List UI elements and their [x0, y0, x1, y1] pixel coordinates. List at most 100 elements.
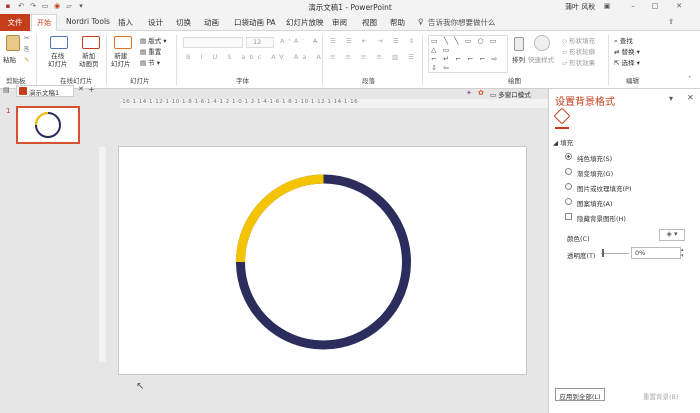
- user-name[interactable]: 蒲叶 风秋: [565, 2, 595, 12]
- select-button[interactable]: ⇱ 选择 ▾: [614, 57, 640, 67]
- font-style-buttons[interactable]: B I U S abc AV Aa A: [186, 53, 325, 61]
- pane-close-icon[interactable]: ✕: [687, 93, 694, 102]
- paragraph-align-buttons[interactable]: ≡ ≡ ≡ ≡ ▥ ☰: [330, 53, 418, 61]
- transparency-spinner[interactable]: ▴ ▾: [681, 247, 684, 259]
- pane-options-icon[interactable]: ▾: [669, 94, 673, 103]
- doc-tab[interactable]: 演示文稿1: [16, 85, 74, 97]
- slide-canvas[interactable]: [118, 146, 527, 375]
- group-drawing: 绘图: [508, 77, 521, 85]
- group-editing: 编辑: [626, 77, 639, 85]
- arrange-button[interactable]: 排列: [512, 54, 525, 64]
- top-toolbar: ✦ ✿ ▭ 多窗口模式: [96, 89, 548, 99]
- paste-icon[interactable]: [6, 35, 20, 51]
- tab-help[interactable]: 帮助: [390, 17, 405, 28]
- font-name-select[interactable]: [183, 37, 243, 48]
- gradient-fill-radio[interactable]: [565, 168, 572, 175]
- font-size-select[interactable]: 12: [246, 37, 274, 48]
- format-painter-icon[interactable]: ✎: [24, 56, 29, 64]
- horizontal-ruler: ·16·1·14·1·12·1·10·1·8·1·6·1·4·1·2·1·0·1…: [120, 99, 548, 108]
- shape-fill-button[interactable]: ◇ 形状填充: [562, 35, 595, 45]
- apply-to-all-button[interactable]: 应用到全部(L): [555, 388, 605, 401]
- shape-outline-label: 形状轮廓: [569, 48, 596, 56]
- tab-view[interactable]: 视图: [362, 17, 377, 28]
- quick-styles-icon[interactable]: [534, 35, 550, 51]
- layout-button[interactable]: ▤ 版式 ▾: [140, 35, 167, 45]
- tab-review[interactable]: 审阅: [332, 17, 347, 28]
- tab-home[interactable]: 开始: [31, 14, 57, 31]
- tab-file[interactable]: 文件: [0, 14, 30, 31]
- new-animation-page-icon[interactable]: [82, 36, 100, 49]
- reset-background-button[interactable]: 重置背景(B): [643, 391, 679, 401]
- section-button[interactable]: ▤ 节 ▾: [140, 57, 160, 67]
- pane-title: 设置背景格式: [555, 97, 615, 108]
- maximize-icon[interactable]: □: [650, 2, 660, 11]
- transparency-slider[interactable]: [601, 253, 629, 254]
- fill-section-label: 填充: [560, 139, 574, 147]
- fill-section-toggle[interactable]: ◢ 填充: [553, 137, 573, 147]
- share-icon[interactable]: ⇪: [668, 17, 674, 26]
- transparency-slider-thumb[interactable]: [602, 249, 604, 257]
- solid-fill-radio[interactable]: [565, 153, 572, 160]
- ribbon-display-icon[interactable]: ▣: [602, 2, 612, 11]
- hide-bg-checkbox[interactable]: [565, 213, 572, 220]
- picture-fill-radio[interactable]: [565, 183, 572, 190]
- settings-icon[interactable]: ✿: [478, 89, 484, 97]
- tab-insert[interactable]: 插入: [118, 17, 133, 28]
- find-button[interactable]: ⌕ 查找: [614, 35, 633, 46]
- fill-tab-indicator: [555, 127, 569, 129]
- tab-design[interactable]: 设计: [148, 17, 163, 28]
- shape-effects-button[interactable]: ▱ 形状效果: [562, 57, 595, 67]
- section-label: 节: [148, 59, 155, 67]
- new-animation-page-button[interactable]: 新加 动画页: [79, 52, 99, 68]
- paste-button[interactable]: 粘贴: [3, 54, 16, 64]
- paragraph-list-buttons[interactable]: ☰ ☰ ⇤ ⇥ ☰ ⇕: [330, 37, 418, 45]
- tab-nordri-tools[interactable]: Nordri Tools: [66, 17, 110, 26]
- minimize-icon[interactable]: –: [628, 2, 638, 11]
- color-picker-button[interactable]: ◈ ▾: [659, 229, 685, 241]
- new-tab-icon[interactable]: +: [88, 85, 95, 94]
- format-background-pane: 设置背景格式 ▾ ✕ ◢ 填充 纯色填充(S) 渐变填充(G) 图片或纹理填充(…: [548, 89, 700, 413]
- layout-label: 版式: [148, 37, 162, 45]
- ribbon-tabs: 文件 开始 Nordri Tools 插入 设计 切换 动画 口袋动画 PA 幻…: [0, 14, 700, 31]
- transparency-input[interactable]: 0%: [631, 247, 681, 259]
- replace-button[interactable]: ⇄ 替换 ▾: [614, 46, 640, 56]
- arrange-icon[interactable]: [514, 37, 524, 51]
- font-size-buttons[interactable]: A⁺A⁻ A̶: [280, 37, 320, 45]
- replace-label: 替换: [621, 48, 635, 56]
- online-slides-button[interactable]: 在线 幻灯片: [48, 52, 68, 68]
- tab-transitions[interactable]: 切换: [176, 17, 191, 28]
- copy-icon[interactable]: ⎘: [24, 45, 29, 54]
- pane-nav-icon[interactable]: ▤: [3, 86, 10, 94]
- slide-thumbnail[interactable]: [16, 106, 80, 144]
- color-label: 颜色(C): [567, 235, 590, 243]
- pattern-fill-radio[interactable]: [565, 198, 572, 205]
- new-slide-button[interactable]: 新建 幻灯片: [111, 52, 131, 68]
- tab-animations[interactable]: 动画: [204, 17, 219, 28]
- group-clipboard: 剪贴板: [6, 77, 26, 85]
- reset-button[interactable]: ▤ 重置: [140, 46, 161, 56]
- yellow-arc-segment[interactable]: [236, 174, 324, 263]
- tab-slideshow[interactable]: 幻灯片放映: [286, 17, 324, 28]
- divider: [608, 35, 609, 85]
- reset-label: 重置: [148, 48, 162, 56]
- shape-outline-button[interactable]: ▱ 形状轮廓: [562, 46, 595, 56]
- quick-styles-button[interactable]: 快速样式: [528, 54, 554, 64]
- collapse-ribbon-icon[interactable]: ˄: [688, 75, 691, 83]
- tell-me-input[interactable]: 告诉我你想要做什么: [428, 17, 496, 28]
- pattern-fill-label: 图案填充(A): [577, 200, 613, 208]
- doc-tab-close-icon[interactable]: ✕: [78, 85, 84, 93]
- new-slide-icon[interactable]: [114, 36, 132, 49]
- magic-icon[interactable]: ✦: [466, 89, 472, 97]
- multi-window-label: 多窗口模式: [498, 91, 531, 99]
- lightbulb-icon: ♀: [418, 17, 424, 26]
- shape-fill-label: 形状填充: [569, 37, 596, 45]
- shapes-gallery[interactable]: ▭ ╲ ╲ ▭ ○ ▭ △ ▭⌐ ↵ ⌐ ⌐ ⌐ ⇨ ⇩ ⇦◁ ⌂ ◇ ⬡ ⬠ …: [428, 35, 508, 73]
- cut-icon[interactable]: ✂: [24, 34, 29, 42]
- online-slides-icon[interactable]: [50, 36, 68, 49]
- fill-bucket-icon[interactable]: [553, 107, 571, 125]
- divider: [176, 35, 177, 85]
- tab-pocket-animation[interactable]: 口袋动画 PA: [234, 17, 276, 28]
- close-icon[interactable]: ✕: [674, 2, 684, 11]
- mouse-cursor-icon: ↖: [136, 381, 145, 392]
- multi-window-button[interactable]: ▭ 多窗口模式: [490, 89, 531, 99]
